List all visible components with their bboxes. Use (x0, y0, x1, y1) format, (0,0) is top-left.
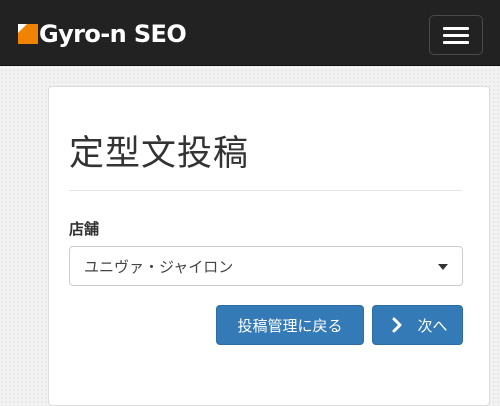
brand-mark-icon (18, 24, 38, 44)
next-button[interactable]: 次へ (372, 305, 463, 345)
hamburger-menu-icon (443, 26, 469, 30)
back-button-label: 投稿管理に戻る (237, 316, 343, 335)
navbar: Gyro-n SEO (0, 0, 500, 66)
store-label: 店舗 (69, 220, 100, 238)
store-selected-value: ユニヴァ・ジャイロン (84, 258, 234, 276)
page-title: 定型文投稿 (69, 134, 250, 174)
brand-logo[interactable]: Gyro-n SEO (18, 17, 187, 51)
caret-down-icon (438, 264, 448, 270)
post-form-panel: 定型文投稿 店舗 ユニヴァ・ジャイロン 投稿管理に戻る 次へ (48, 86, 490, 406)
chevron-right-icon (392, 317, 402, 333)
title-divider (69, 190, 462, 191)
store-select[interactable]: ユニヴァ・ジャイロン (69, 246, 463, 286)
brand-name: Gyro-n SEO (39, 20, 187, 48)
menu-toggle-button[interactable] (429, 15, 483, 55)
back-to-post-management-button[interactable]: 投稿管理に戻る (216, 305, 364, 345)
next-button-label: 次へ (417, 316, 448, 335)
